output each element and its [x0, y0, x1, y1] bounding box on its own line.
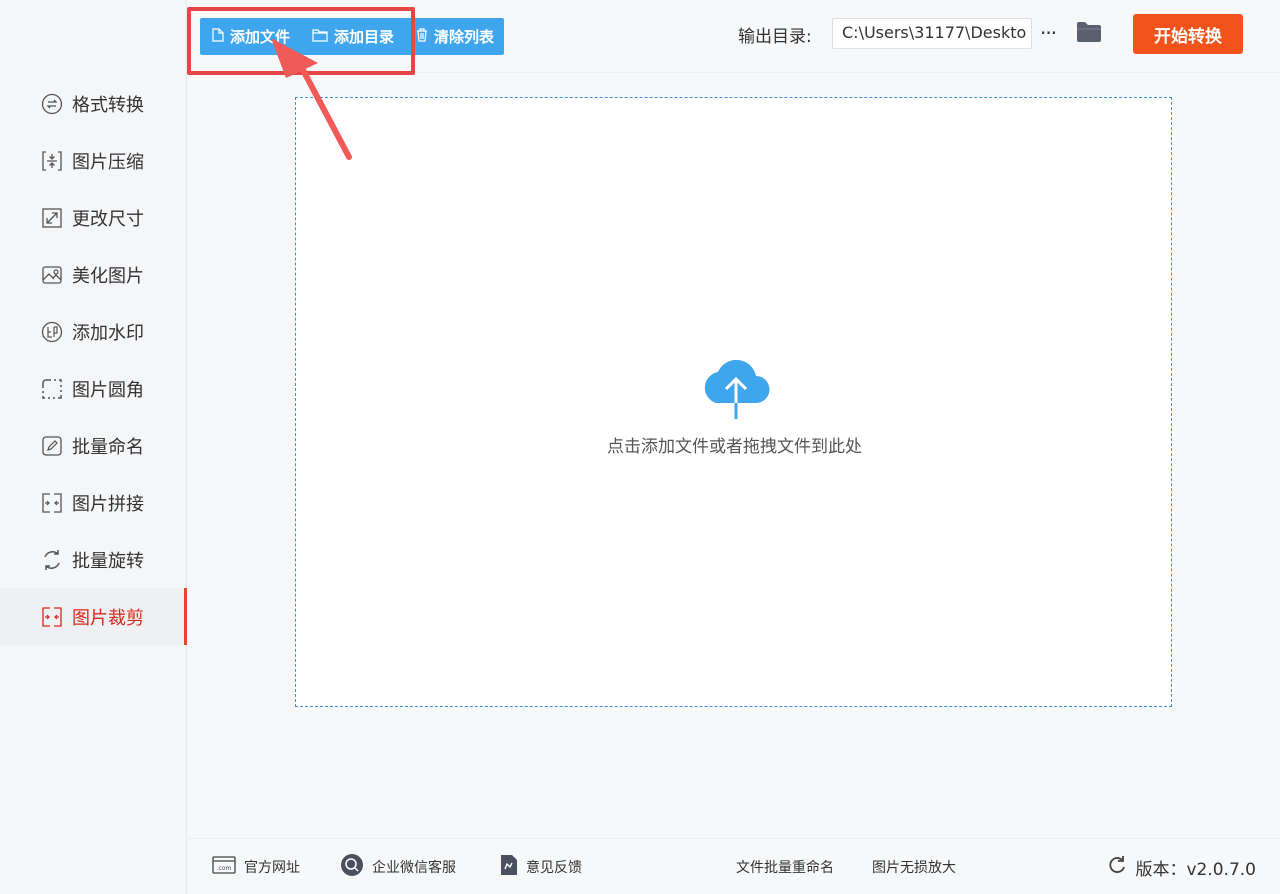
sidebar-item-compress[interactable]: 图片压缩 — [0, 132, 187, 189]
output-dir-label: 输出目录: — [738, 27, 812, 47]
stitch-icon — [40, 491, 64, 515]
sidebar-item-label: 图片裁剪 — [72, 607, 144, 629]
trash-icon — [416, 27, 434, 46]
top-toolbar: 添加文件 添加目录 清除列表 输出目录: C:\Users\31177\Desk… — [188, 0, 1280, 73]
refresh-icon — [1107, 855, 1135, 880]
website-icon: .com — [212, 855, 244, 879]
sidebar-item-label: 格式转换 — [72, 94, 144, 116]
clear-list-button[interactable]: 清除列表 — [416, 26, 494, 47]
beautify-icon — [40, 263, 64, 287]
cloud-upload-icon — [698, 355, 774, 425]
sidebar-item-crop[interactable]: 图片裁剪 — [0, 588, 187, 645]
file-drop-zone[interactable]: 点击添加文件或者拖拽文件到此处 — [295, 97, 1172, 707]
more-options-button[interactable]: ··· — [1040, 21, 1057, 45]
footer: .com 官方网址 企业微信客服 意见反馈 文件批量重命名 图片无损放大 版本：… — [188, 838, 1280, 894]
file-icon — [212, 27, 230, 46]
file-button-group: 添加文件 添加目录 清除列表 — [200, 18, 505, 55]
resize-icon — [40, 206, 64, 230]
website-link[interactable]: .com 官方网址 — [212, 839, 300, 894]
add-file-button[interactable]: 添加文件 — [212, 26, 290, 47]
lossless-enlarge-link[interactable]: 图片无损放大 — [872, 839, 956, 894]
sidebar: 格式转换 图片压缩 更改尺寸 美化图片 添加水印 图片圆角 批量命名 图片拼接 … — [0, 0, 187, 894]
start-convert-button[interactable]: 开始转换 — [1133, 14, 1243, 54]
sidebar-item-format-convert[interactable]: 格式转换 — [0, 75, 187, 132]
sidebar-item-rounded-corner[interactable]: 图片圆角 — [0, 360, 187, 417]
sidebar-item-stitch[interactable]: 图片拼接 — [0, 474, 187, 531]
svg-text:.com: .com — [217, 865, 232, 872]
batch-rename-link[interactable]: 文件批量重命名 — [736, 839, 834, 894]
folder-outline-icon — [312, 28, 334, 46]
sidebar-item-resize[interactable]: 更改尺寸 — [0, 189, 187, 246]
sidebar-item-label: 添加水印 — [72, 322, 144, 344]
sidebar-item-label: 图片压缩 — [72, 151, 144, 173]
sidebar-item-label: 图片圆角 — [72, 379, 144, 401]
feedback-label: 意见反馈 — [526, 860, 582, 876]
sidebar-item-label: 批量旋转 — [72, 550, 144, 572]
crop-icon — [40, 605, 64, 629]
compress-icon — [40, 149, 64, 173]
watermark-icon — [40, 320, 64, 344]
output-path-field[interactable]: C:\Users\31177\Deskto — [832, 18, 1032, 49]
rounded-corner-icon — [40, 377, 64, 401]
sidebar-item-beautify[interactable]: 美化图片 — [0, 246, 187, 303]
version-label: 版本：v2.0.7.0 — [1135, 859, 1256, 880]
feedback-icon — [500, 854, 526, 880]
sidebar-item-label: 批量命名 — [72, 436, 144, 458]
add-folder-label: 添加目录 — [334, 28, 395, 46]
feedback-link[interactable]: 意见反馈 — [500, 839, 582, 894]
sidebar-item-watermark[interactable]: 添加水印 — [0, 303, 187, 360]
add-file-label: 添加文件 — [230, 28, 291, 46]
open-folder-button[interactable] — [1076, 21, 1102, 47]
rotate-icon — [40, 548, 64, 572]
version-info[interactable]: 版本：v2.0.7.0 — [1107, 839, 1256, 894]
sidebar-item-label: 美化图片 — [72, 265, 144, 287]
format-convert-icon — [40, 92, 64, 116]
sidebar-item-label: 更改尺寸 — [72, 208, 144, 230]
website-label: 官方网址 — [244, 860, 300, 876]
clear-list-label: 清除列表 — [434, 28, 495, 46]
folder-icon — [1076, 22, 1102, 47]
wechat-icon — [340, 853, 372, 881]
sidebar-item-rename[interactable]: 批量命名 — [0, 417, 187, 474]
sidebar-item-label: 图片拼接 — [72, 493, 144, 515]
wechat-service-link[interactable]: 企业微信客服 — [340, 839, 456, 894]
drop-hint-text: 点击添加文件或者拖拽文件到此处 — [607, 437, 862, 457]
rename-icon — [40, 434, 64, 458]
sidebar-item-rotate[interactable]: 批量旋转 — [0, 531, 187, 588]
wechat-service-label: 企业微信客服 — [372, 860, 456, 876]
add-folder-button[interactable]: 添加目录 — [312, 26, 394, 47]
